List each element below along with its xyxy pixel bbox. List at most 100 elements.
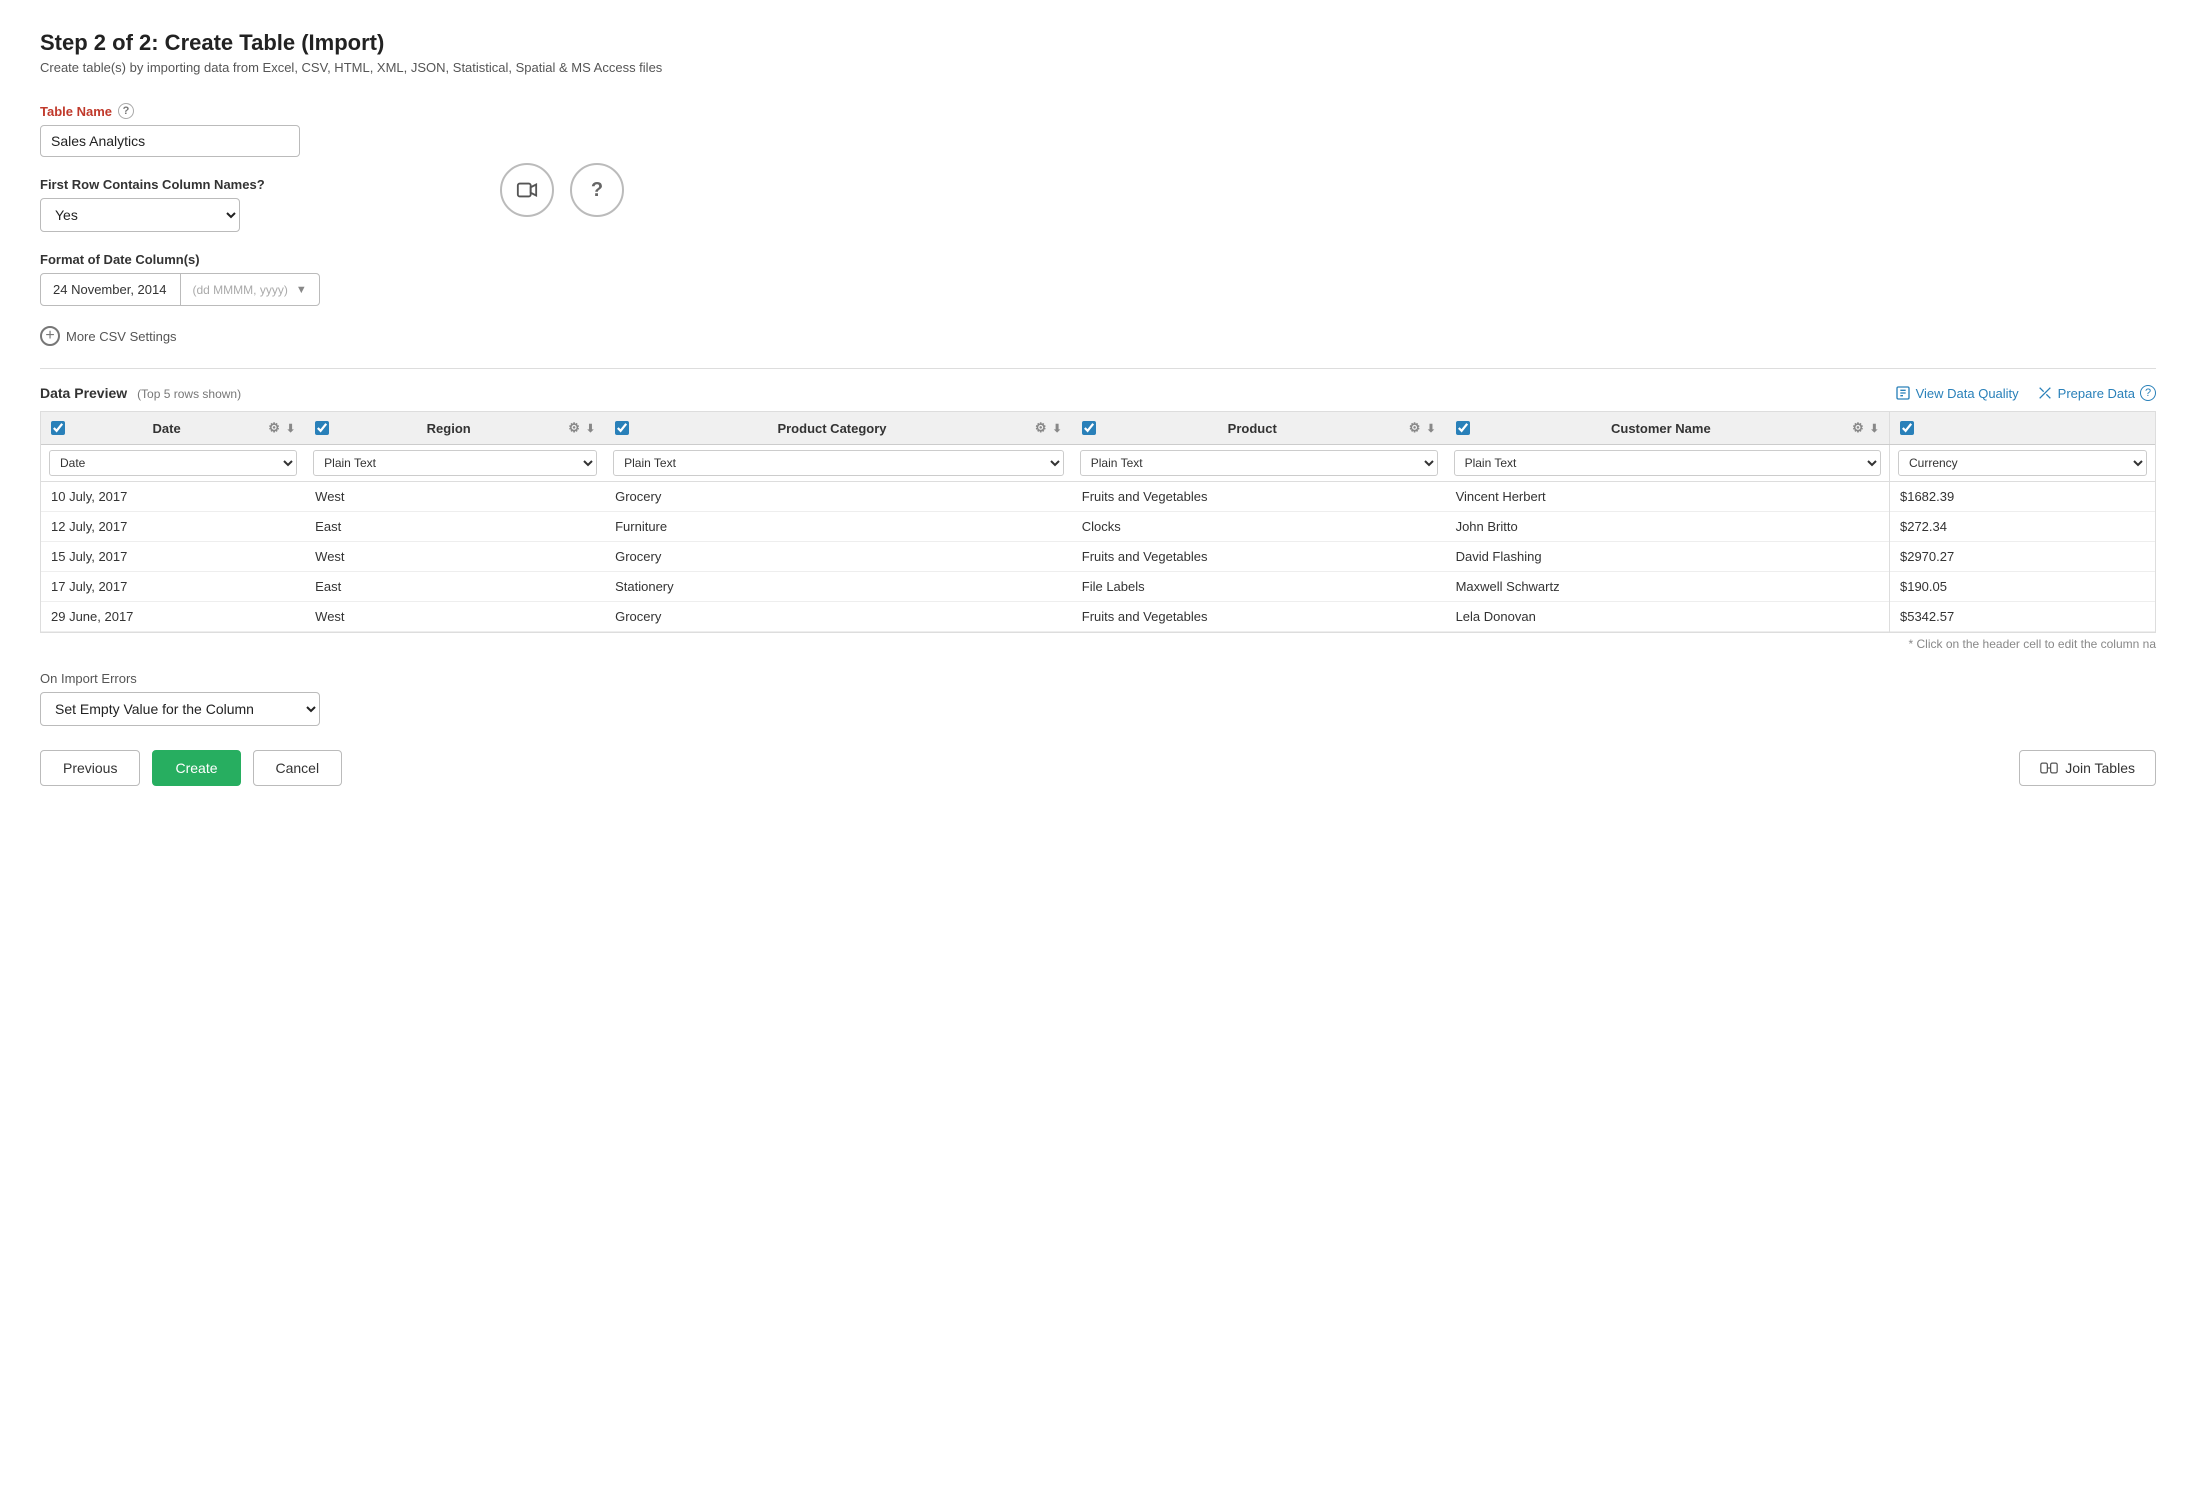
col-header-region[interactable]: Region ⚙ ⬇ <box>305 412 605 445</box>
table-cell: David Flashing <box>1446 542 1890 572</box>
type-select-date[interactable]: Date Plain Text Currency <box>49 450 297 476</box>
table-cell: $190.05 <box>1889 572 2155 602</box>
table-cell: Clocks <box>1072 512 1446 542</box>
help-button[interactable]: ? <box>570 163 624 217</box>
page-subtitle: Create table(s) by importing data from E… <box>40 60 2156 75</box>
table-cell: West <box>305 542 605 572</box>
type-select-product-category[interactable]: Plain Text Date Currency <box>613 450 1064 476</box>
type-select-product[interactable]: Plain Text Date Currency <box>1080 450 1438 476</box>
col-header-customer-name[interactable]: Customer Name ⚙ ⬇ <box>1446 412 1890 445</box>
table-cell: $5342.57 <box>1889 602 2155 632</box>
create-button[interactable]: Create <box>152 750 240 786</box>
date-format-dropdown-arrow: ▼ <box>296 284 307 296</box>
type-header-product[interactable]: Plain Text Date Currency <box>1072 445 1446 482</box>
table-cell: Grocery <box>605 602 1072 632</box>
join-tables-label: Join Tables <box>2065 760 2135 776</box>
col-checkbox-product-category[interactable] <box>615 421 629 435</box>
table-cell: West <box>305 602 605 632</box>
date-format-box[interactable]: 24 November, 2014 (dd MMMM, yyyy) ▼ <box>40 273 320 306</box>
table-cell: 17 July, 2017 <box>41 572 305 602</box>
divider <box>40 368 2156 369</box>
table-cell: Grocery <box>605 482 1072 512</box>
table-row: 10 July, 2017WestGroceryFruits and Veget… <box>41 482 2155 512</box>
type-header-currency[interactable]: Currency Plain Text Date <box>1889 445 2155 482</box>
first-row-group: First Row Contains Column Names? Yes No <box>40 177 460 232</box>
date-format-group: Format of Date Column(s) 24 November, 20… <box>40 252 460 306</box>
cancel-button[interactable]: Cancel <box>253 750 343 786</box>
table-cell: 10 July, 2017 <box>41 482 305 512</box>
prepare-data-help-icon[interactable]: ? <box>2140 385 2156 401</box>
data-preview-table: Date ⚙ ⬇ Region ⚙ ⬇ <box>41 412 2155 632</box>
more-settings-label: More CSV Settings <box>66 329 177 344</box>
on-import-select[interactable]: Set Empty Value for the Column Skip the … <box>40 692 320 726</box>
more-csv-settings[interactable]: + More CSV Settings <box>40 326 460 346</box>
type-header-customer-name[interactable]: Plain Text Date Currency <box>1446 445 1890 482</box>
table-row: 15 July, 2017WestGroceryFruits and Veget… <box>41 542 2155 572</box>
col-sort-product[interactable]: ⬇ <box>1426 422 1435 435</box>
join-tables-icon <box>2040 761 2058 775</box>
table-cell: East <box>305 512 605 542</box>
data-preview-title: Data Preview <box>40 385 127 401</box>
col-gear-region[interactable]: ⚙ <box>568 420 580 436</box>
date-format-label: Format of Date Column(s) <box>40 252 460 267</box>
bottom-actions: Previous Create Cancel Join Tables <box>40 750 2156 786</box>
table-cell: Maxwell Schwartz <box>1446 572 1890 602</box>
col-sort-date[interactable]: ⬇ <box>286 422 295 435</box>
prepare-data-link[interactable]: Prepare Data ? <box>2037 385 2156 401</box>
page-title: Step 2 of 2: Create Table (Import) <box>40 30 2156 56</box>
table-name-help-icon[interactable]: ? <box>118 103 134 119</box>
col-header-currency[interactable] <box>1889 412 2155 445</box>
table-cell: Stationery <box>605 572 1072 602</box>
table-name-group: Table Name ? <box>40 103 460 157</box>
table-cell: 12 July, 2017 <box>41 512 305 542</box>
col-checkbox-product[interactable] <box>1082 421 1096 435</box>
first-row-select[interactable]: Yes No <box>40 198 240 232</box>
video-button[interactable] <box>500 163 554 217</box>
table-name-input[interactable] <box>40 125 300 157</box>
type-select-customer-name[interactable]: Plain Text Date Currency <box>1454 450 1881 476</box>
column-type-row: Date Plain Text Currency Plain Text Date… <box>41 445 2155 482</box>
more-settings-plus-icon: + <box>40 326 60 346</box>
type-select-region[interactable]: Plain Text Date Currency <box>313 450 597 476</box>
join-tables-button[interactable]: Join Tables <box>2019 750 2156 786</box>
video-help-section: ? <box>500 103 624 217</box>
col-checkbox-currency[interactable] <box>1900 421 1914 435</box>
col-gear-date[interactable]: ⚙ <box>268 420 280 436</box>
col-gear-product[interactable]: ⚙ <box>1409 420 1421 436</box>
table-cell: 15 July, 2017 <box>41 542 305 572</box>
data-quality-icon <box>1895 385 1911 401</box>
first-row-label: First Row Contains Column Names? <box>40 177 460 192</box>
table-cell: Fruits and Vegetables <box>1072 542 1446 572</box>
data-preview-header: Data Preview (Top 5 rows shown) View Dat… <box>40 385 2156 401</box>
table-cell: $1682.39 <box>1889 482 2155 512</box>
date-format-display: 24 November, 2014 <box>41 274 180 305</box>
type-header-region[interactable]: Plain Text Date Currency <box>305 445 605 482</box>
col-sort-region[interactable]: ⬇ <box>586 422 595 435</box>
col-header-product-category[interactable]: Product Category ⚙ ⬇ <box>605 412 1072 445</box>
col-header-product[interactable]: Product ⚙ ⬇ <box>1072 412 1446 445</box>
col-gear-customer-name[interactable]: ⚙ <box>1852 420 1864 436</box>
view-data-quality-link[interactable]: View Data Quality <box>1895 385 2019 401</box>
on-import-label: On Import Errors <box>40 671 2156 686</box>
col-header-date[interactable]: Date ⚙ ⬇ <box>41 412 305 445</box>
preview-body: 10 July, 2017WestGroceryFruits and Veget… <box>41 482 2155 632</box>
col-gear-product-category[interactable]: ⚙ <box>1035 420 1047 436</box>
data-preview-title-row: Data Preview (Top 5 rows shown) <box>40 385 241 401</box>
col-checkbox-region[interactable] <box>315 421 329 435</box>
col-sort-product-category[interactable]: ⬇ <box>1053 422 1062 435</box>
type-header-product-category[interactable]: Plain Text Date Currency <box>605 445 1072 482</box>
col-sort-customer-name[interactable]: ⬇ <box>1870 422 1879 435</box>
help-icon: ? <box>591 179 603 202</box>
table-cell: Grocery <box>605 542 1072 572</box>
type-header-date[interactable]: Date Plain Text Currency <box>41 445 305 482</box>
col-checkbox-date[interactable] <box>51 421 65 435</box>
column-header-row: Date ⚙ ⬇ Region ⚙ ⬇ <box>41 412 2155 445</box>
table-cell: Fruits and Vegetables <box>1072 602 1446 632</box>
table-cell: Lela Donovan <box>1446 602 1890 632</box>
table-name-label: Table Name ? <box>40 103 460 119</box>
type-select-currency[interactable]: Currency Plain Text Date <box>1898 450 2147 476</box>
previous-button[interactable]: Previous <box>40 750 140 786</box>
table-cell: East <box>305 572 605 602</box>
table-cell: File Labels <box>1072 572 1446 602</box>
col-checkbox-customer-name[interactable] <box>1456 421 1470 435</box>
